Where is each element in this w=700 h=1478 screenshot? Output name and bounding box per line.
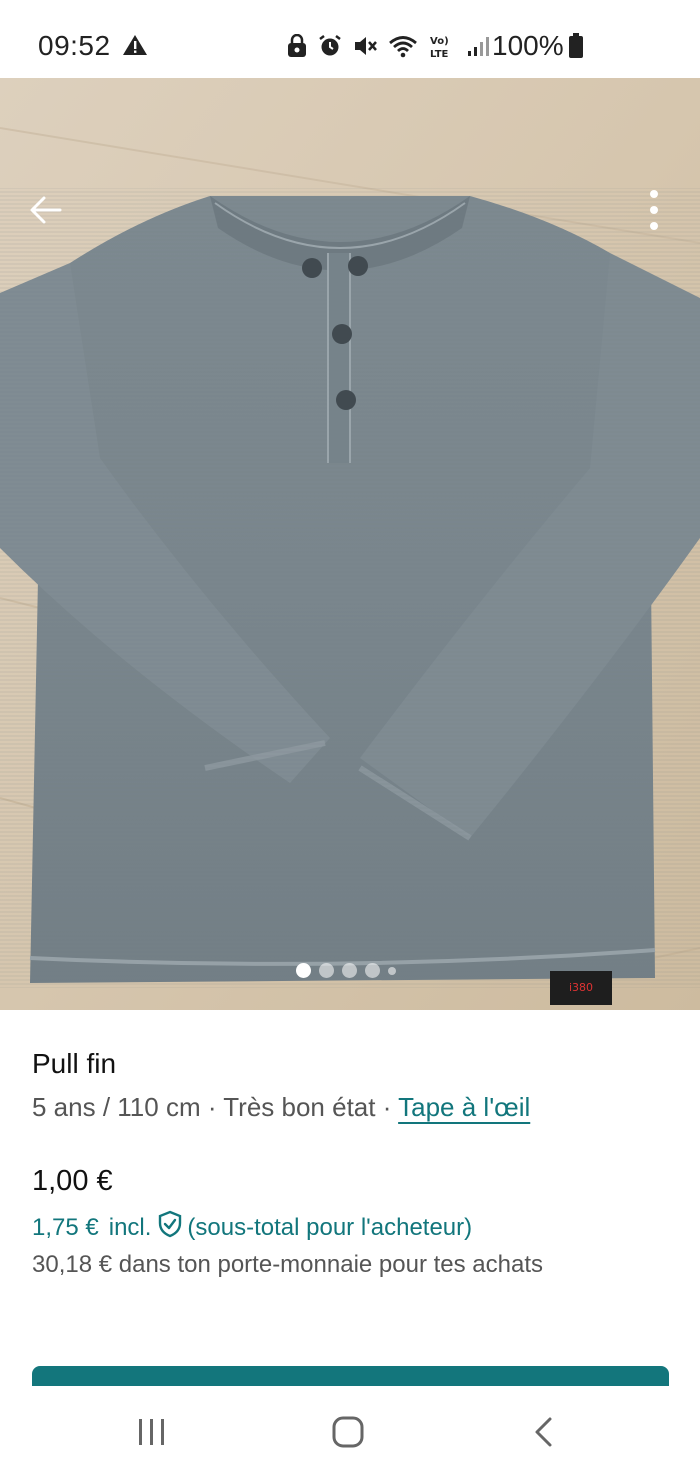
carousel-indicator[interactable] xyxy=(296,963,396,978)
item-info: Pull fin 5 ans / 110 cm · Très bon état … xyxy=(0,1010,700,1370)
mute-icon xyxy=(352,34,378,58)
fee-note: (sous-total pour l'acheteur) xyxy=(187,1213,473,1241)
lock-icon xyxy=(286,34,308,58)
more-vert-icon[interactable] xyxy=(640,186,668,234)
svg-text:LTE: LTE xyxy=(430,49,449,59)
item-photo[interactable]: i380 xyxy=(0,78,700,1010)
sweater-photo-image: i380 xyxy=(0,78,700,1010)
meta-separator: · xyxy=(375,1092,399,1122)
shield-check-icon xyxy=(157,1210,183,1245)
item-brand-link[interactable]: Tape à l'œil xyxy=(398,1092,530,1122)
svg-text:Vo): Vo) xyxy=(430,36,449,47)
carousel-dot[interactable] xyxy=(319,963,334,978)
meta-separator: · xyxy=(200,1092,224,1122)
wifi-icon xyxy=(388,34,418,58)
carousel-dot[interactable] xyxy=(365,963,380,978)
clothing-label-text: i380 xyxy=(569,981,593,994)
item-size: 5 ans / 110 cm xyxy=(32,1092,201,1122)
status-bar: 09:52 Vo) LTE 100% xyxy=(0,0,700,78)
volte-icon: Vo) LTE xyxy=(428,33,456,59)
back-icon[interactable] xyxy=(530,1416,558,1453)
status-time: 09:52 xyxy=(38,30,111,61)
price-with-protection[interactable]: 1,75 € incl. (sous-total pour l'acheteur… xyxy=(32,1210,472,1245)
system-nav-bar xyxy=(0,1386,700,1478)
carousel-dot[interactable] xyxy=(342,963,357,978)
home-icon[interactable] xyxy=(330,1414,366,1455)
price-with-fee: 1,75 € xyxy=(32,1213,99,1241)
item-meta: 5 ans / 110 cm · Très bon état · Tape à … xyxy=(32,1092,530,1123)
item-condition: Très bon état xyxy=(223,1092,376,1122)
battery-percent: 100% xyxy=(492,30,564,61)
recent-apps-icon[interactable] xyxy=(136,1416,168,1453)
alarm-icon xyxy=(318,34,342,58)
item-title: Pull fin xyxy=(32,1048,117,1079)
carousel-dot[interactable] xyxy=(296,963,311,978)
alert-triangle-icon xyxy=(122,34,148,61)
battery-icon xyxy=(568,33,584,64)
item-price: 1,00 € xyxy=(32,1165,113,1197)
wallet-note: 30,18 € dans ton porte-monnaie pour tes … xyxy=(32,1251,544,1278)
incl-label: incl. xyxy=(108,1213,152,1241)
carousel-dot[interactable] xyxy=(388,966,396,975)
back-arrow-icon[interactable] xyxy=(26,190,66,230)
signal-icon xyxy=(466,34,492,58)
status-icons: Vo) LTE xyxy=(286,33,492,59)
